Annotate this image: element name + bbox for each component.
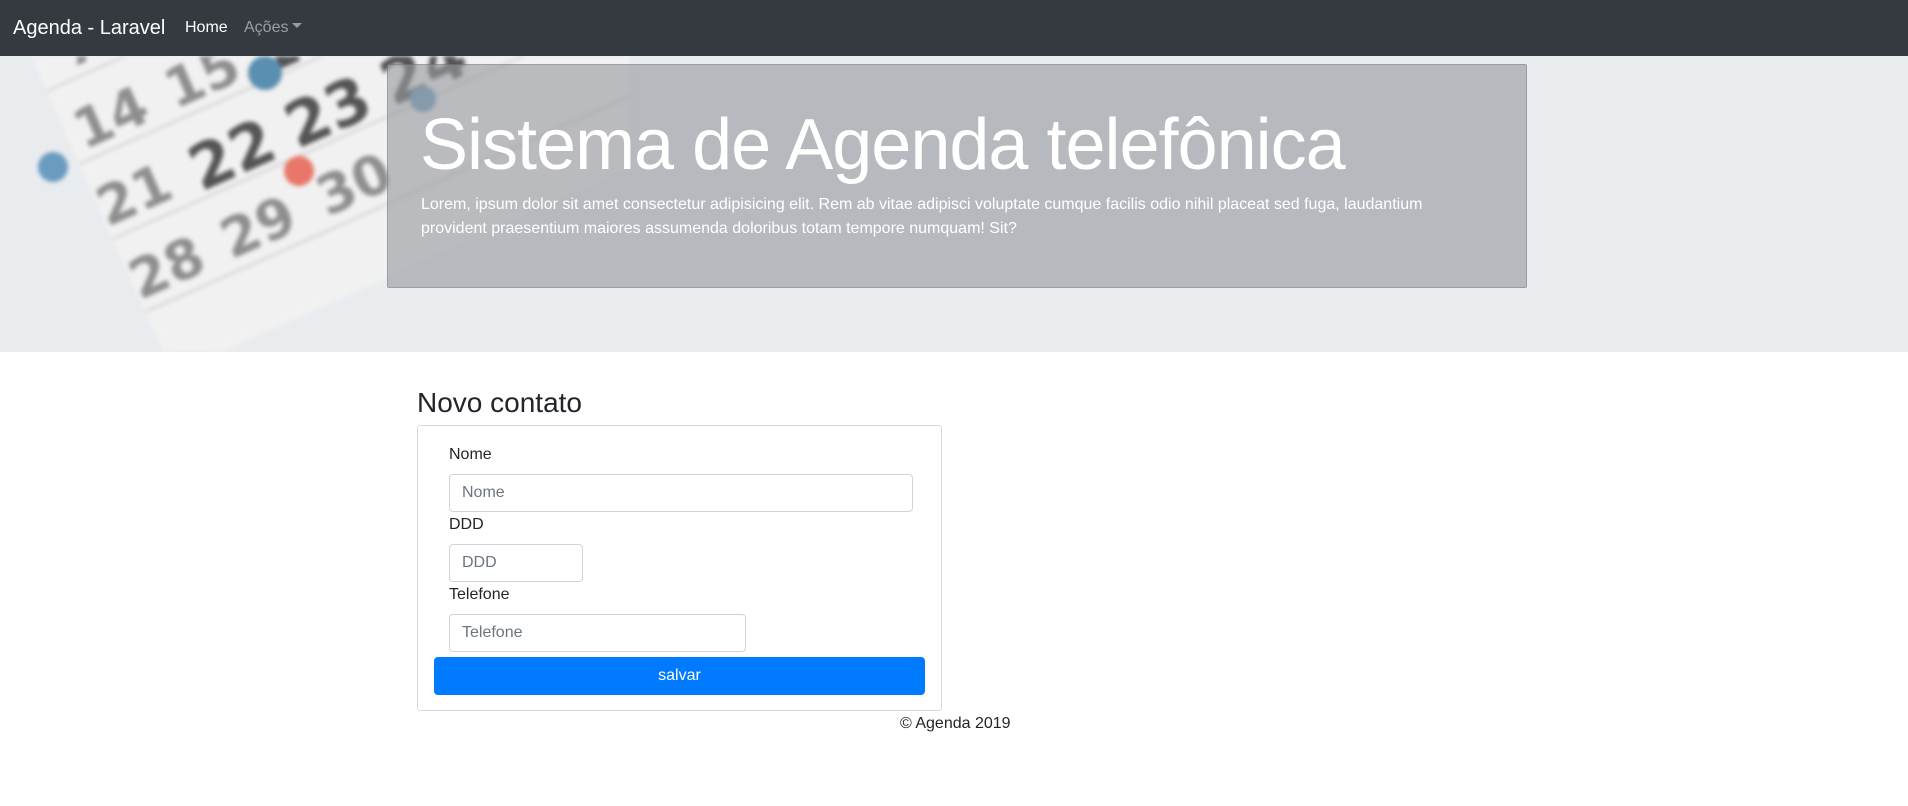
jumbotron: Sistema de Agenda telefônica Lorem, ipsu…	[387, 64, 1527, 288]
ddd-label: DDD	[449, 516, 484, 533]
new-contact-form: Nome DDD Telefone salvar	[417, 425, 942, 711]
nav-dropdown-acoes-label: Ações	[244, 19, 289, 36]
nome-label: Nome	[449, 446, 492, 463]
hero-section: 7 8 9 10 11 14 15 16 17 18 21 22 23 24 2…	[0, 56, 1908, 352]
ddd-input[interactable]	[449, 544, 583, 582]
hero-title: Sistema de Agenda telefônica	[420, 105, 1346, 185]
caret-down-icon	[292, 23, 303, 28]
telefone-label: Telefone	[449, 586, 510, 603]
nav-link-home[interactable]: Home	[185, 17, 228, 39]
navbar-brand[interactable]: Agenda - Laravel	[13, 14, 165, 42]
navbar: Agenda - Laravel Home Ações	[0, 0, 1908, 56]
nome-input[interactable]	[449, 474, 913, 512]
save-button[interactable]: salvar	[434, 657, 925, 695]
hero-description: Lorem, ipsum dolor sit amet consectetur …	[421, 196, 1423, 237]
telefone-input[interactable]	[449, 614, 746, 652]
nav-dropdown-acoes[interactable]: Ações	[244, 17, 303, 39]
footer-copyright: © Agenda 2019	[900, 715, 1011, 732]
form-title: Novo contato	[417, 387, 582, 418]
